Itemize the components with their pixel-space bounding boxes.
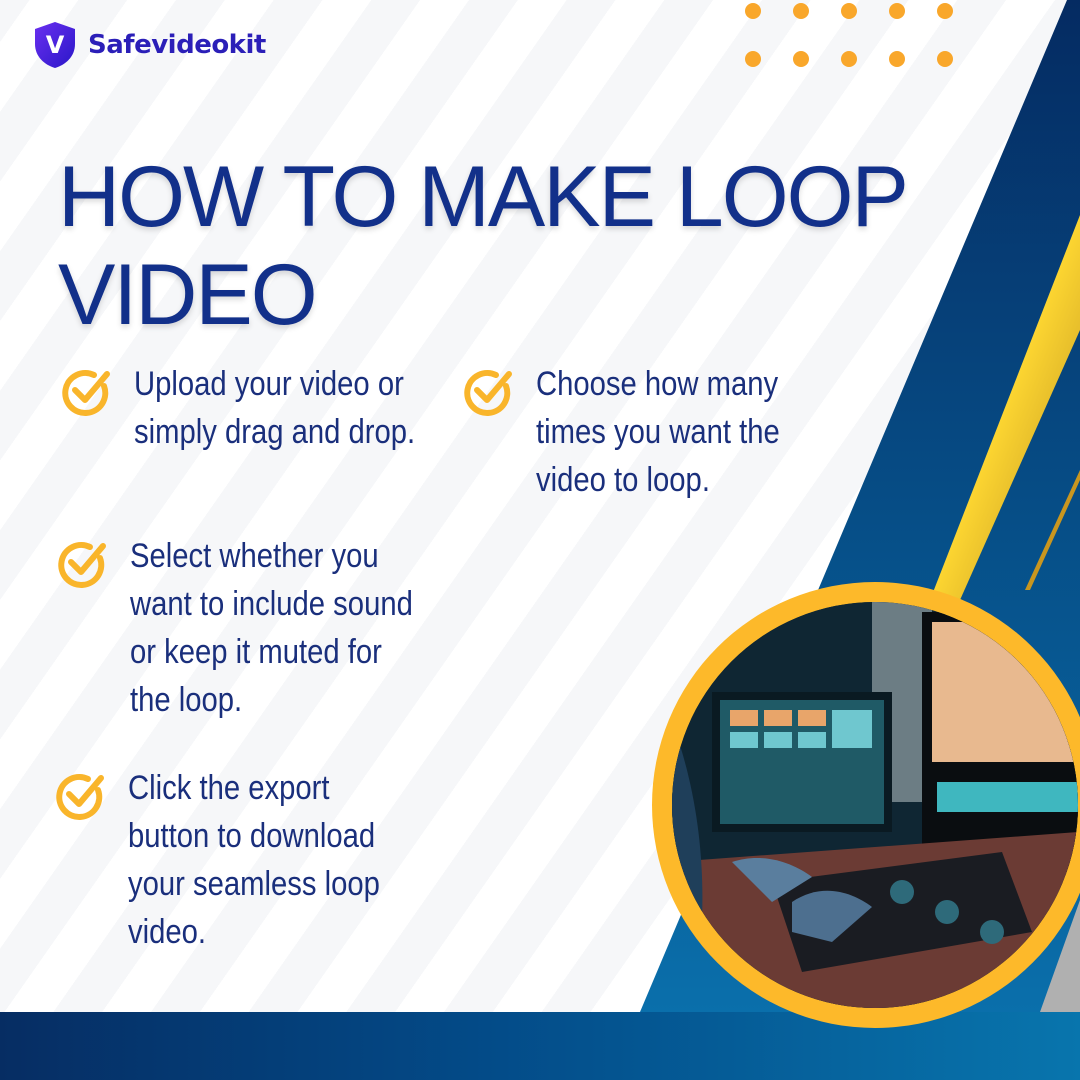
brand-name: Safevideokit xyxy=(88,30,266,60)
shield-v-icon: V xyxy=(35,22,75,68)
editing-workstation-photo xyxy=(672,602,1078,1008)
check-circle-icon xyxy=(62,370,110,416)
step-item: Click the export button to download your… xyxy=(54,764,458,956)
step-text: Click the export button to download your… xyxy=(128,769,380,951)
brand-logo[interactable]: V Safevideokit xyxy=(32,20,266,70)
logo-letter: V xyxy=(46,31,65,59)
step-item: Select whether you want to include sound… xyxy=(56,532,460,724)
dot xyxy=(793,3,809,19)
step-text: Choose how many times you want the video… xyxy=(536,365,780,499)
dot xyxy=(793,51,809,67)
step-text: Select whether you want to include sound… xyxy=(130,537,413,719)
step-text: Upload your video or simply drag and dro… xyxy=(134,365,416,451)
dot xyxy=(937,51,953,67)
decorative-dot-grid xyxy=(745,3,953,67)
dot xyxy=(937,3,953,19)
page-title: HOW TO MAKE LOOP VIDEO xyxy=(58,149,907,343)
dot xyxy=(841,51,857,67)
dot xyxy=(889,51,905,67)
dot xyxy=(745,3,761,19)
check-circle-icon xyxy=(464,370,512,416)
step-item: Choose how many times you want the video… xyxy=(462,360,866,504)
dot xyxy=(745,51,761,67)
dot xyxy=(889,3,905,19)
photo-frame xyxy=(652,582,1080,1028)
check-circle-icon xyxy=(58,542,106,588)
check-circle-icon xyxy=(56,774,104,820)
step-item: Upload your video or simply drag and dro… xyxy=(60,360,464,456)
dot xyxy=(841,3,857,19)
